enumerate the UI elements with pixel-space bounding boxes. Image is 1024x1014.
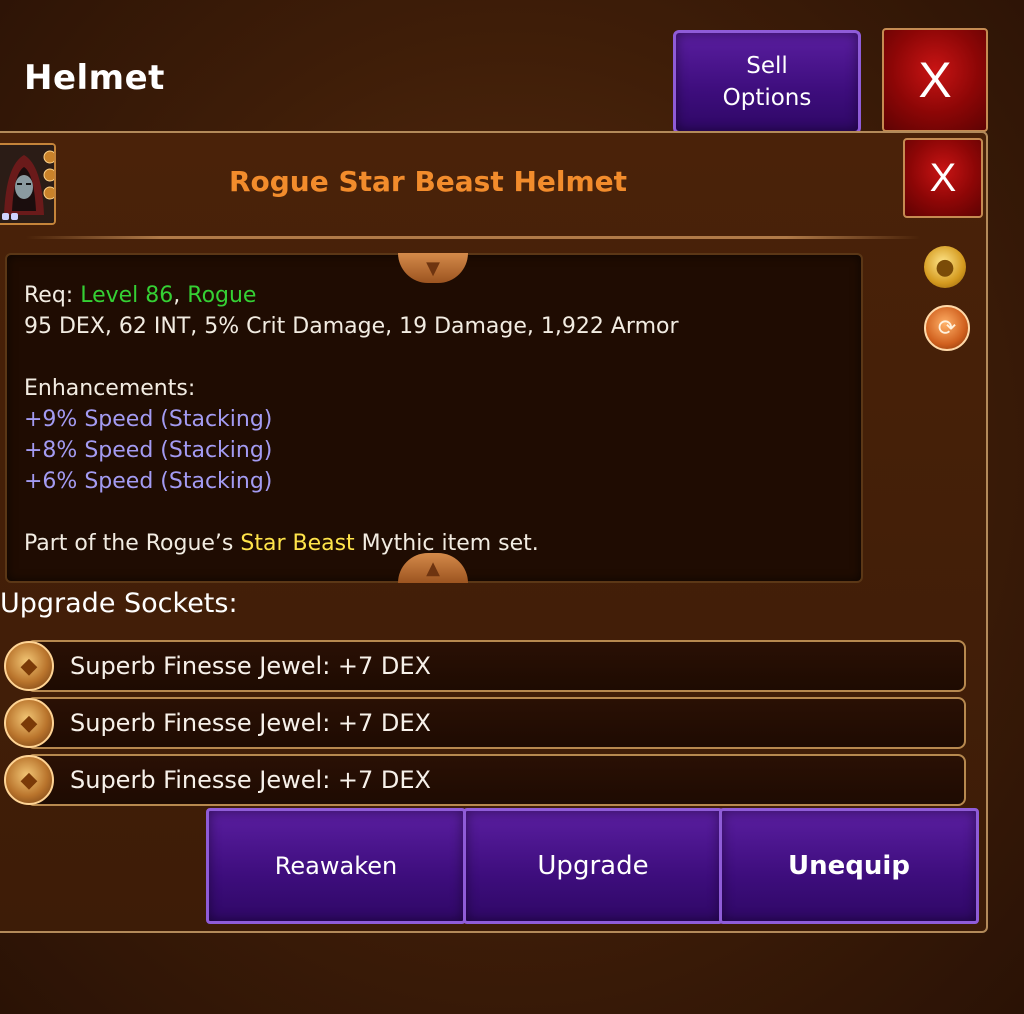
page-title: Helmet	[24, 58, 165, 98]
swap-cycle-icon[interactable]: ⟳	[924, 305, 970, 351]
enhancement-line: +6% Speed (Stacking)	[24, 469, 273, 494]
finesse-jewel-icon: ◆	[4, 641, 54, 691]
sell-options-button[interactable]: Sell Options	[673, 30, 861, 134]
enhancement-line: +9% Speed (Stacking)	[24, 407, 273, 432]
stats-line: 95 DEX, 62 INT, 5% Crit Damage, 19 Damag…	[24, 314, 679, 339]
socket-label: Superb Finesse Jewel: +7 DEX	[70, 652, 431, 680]
socket-label: Superb Finesse Jewel: +7 DEX	[70, 766, 431, 794]
unequip-button[interactable]: Unequip	[719, 808, 979, 924]
req-separator: ,	[173, 283, 188, 308]
gold-bag-icon[interactable]: ●	[924, 246, 966, 288]
enhancement-line: +8% Speed (Stacking)	[24, 438, 273, 463]
req-level: Level 86	[80, 283, 174, 308]
reawaken-button[interactable]: Reawaken	[206, 808, 466, 924]
title-divider	[26, 236, 920, 239]
finesse-jewel-icon: ◆	[4, 755, 54, 805]
close-window-button[interactable]: X	[882, 28, 988, 132]
upgrade-button[interactable]: Upgrade	[463, 808, 723, 924]
enhancements-label: Enhancements:	[24, 376, 196, 401]
socket-row[interactable]: Superb Finesse Jewel: +7 DEX	[26, 754, 966, 806]
close-item-button[interactable]: X	[903, 138, 983, 218]
socket-row[interactable]: Superb Finesse Jewel: +7 DEX	[26, 640, 966, 692]
socket-label: Superb Finesse Jewel: +7 DEX	[70, 709, 431, 737]
req-class: Rogue	[187, 283, 257, 308]
set-prefix: Part of the Rogue’s	[24, 531, 241, 556]
set-name: Star Beast	[240, 531, 355, 556]
finesse-jewel-icon: ◆	[4, 698, 54, 748]
item-name: Rogue Star Beast Helmet	[228, 165, 628, 198]
socket-row[interactable]: Superb Finesse Jewel: +7 DEX	[26, 697, 966, 749]
requirement-line: Req: Level 86, Rogue	[24, 280, 844, 311]
set-suffix: Mythic item set.	[354, 531, 539, 556]
item-description: Req: Level 86, Rogue 95 DEX, 62 INT, 5% …	[24, 280, 844, 559]
req-prefix: Req:	[24, 283, 81, 308]
upgrade-sockets-label: Upgrade Sockets:	[0, 588, 238, 619]
